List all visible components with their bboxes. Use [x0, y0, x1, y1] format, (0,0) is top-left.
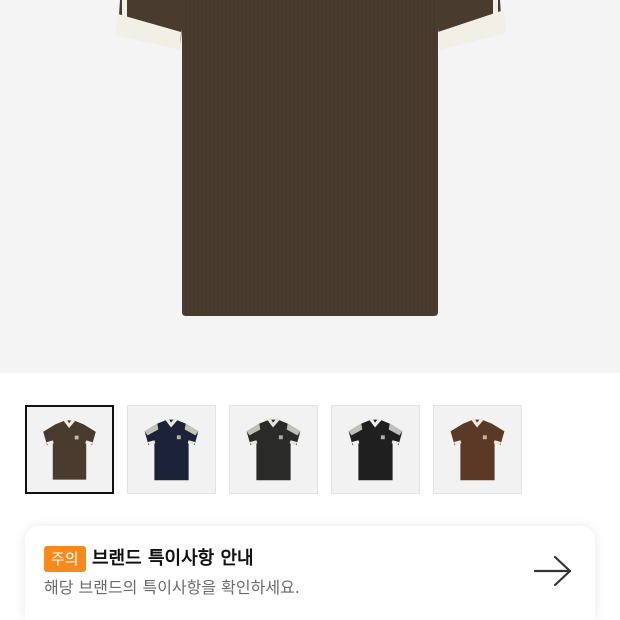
polo-shirt-thumbnail — [144, 417, 199, 481]
caution-badge: 주의 — [44, 546, 86, 572]
notice-title: 브랜드 특이사항 안내 — [92, 548, 254, 569]
color-option-thumbnail[interactable] — [331, 405, 420, 494]
polo-shirt-thumbnail — [450, 417, 505, 481]
brand-notice-card[interactable]: 주의 브랜드 특이사항 안내 해당 브랜드의 특이사항을 확인하세요. — [25, 526, 595, 620]
polo-shirt-image — [114, 0, 506, 316]
polo-shirt-thumbnail — [246, 417, 301, 481]
arrow-right-icon[interactable] — [533, 554, 573, 588]
color-thumbnail-list — [25, 405, 605, 495]
color-option-thumbnail[interactable] — [127, 405, 216, 494]
polo-shirt-thumbnail — [43, 418, 96, 480]
color-option-thumbnail[interactable] — [433, 405, 522, 494]
color-option-thumbnail[interactable] — [25, 405, 114, 494]
color-option-thumbnail[interactable] — [229, 405, 318, 494]
polo-shirt-thumbnail — [348, 417, 403, 481]
product-image-area — [0, 0, 620, 373]
notice-description: 해당 브랜드의 특이사항을 확인하세요. — [44, 578, 300, 597]
